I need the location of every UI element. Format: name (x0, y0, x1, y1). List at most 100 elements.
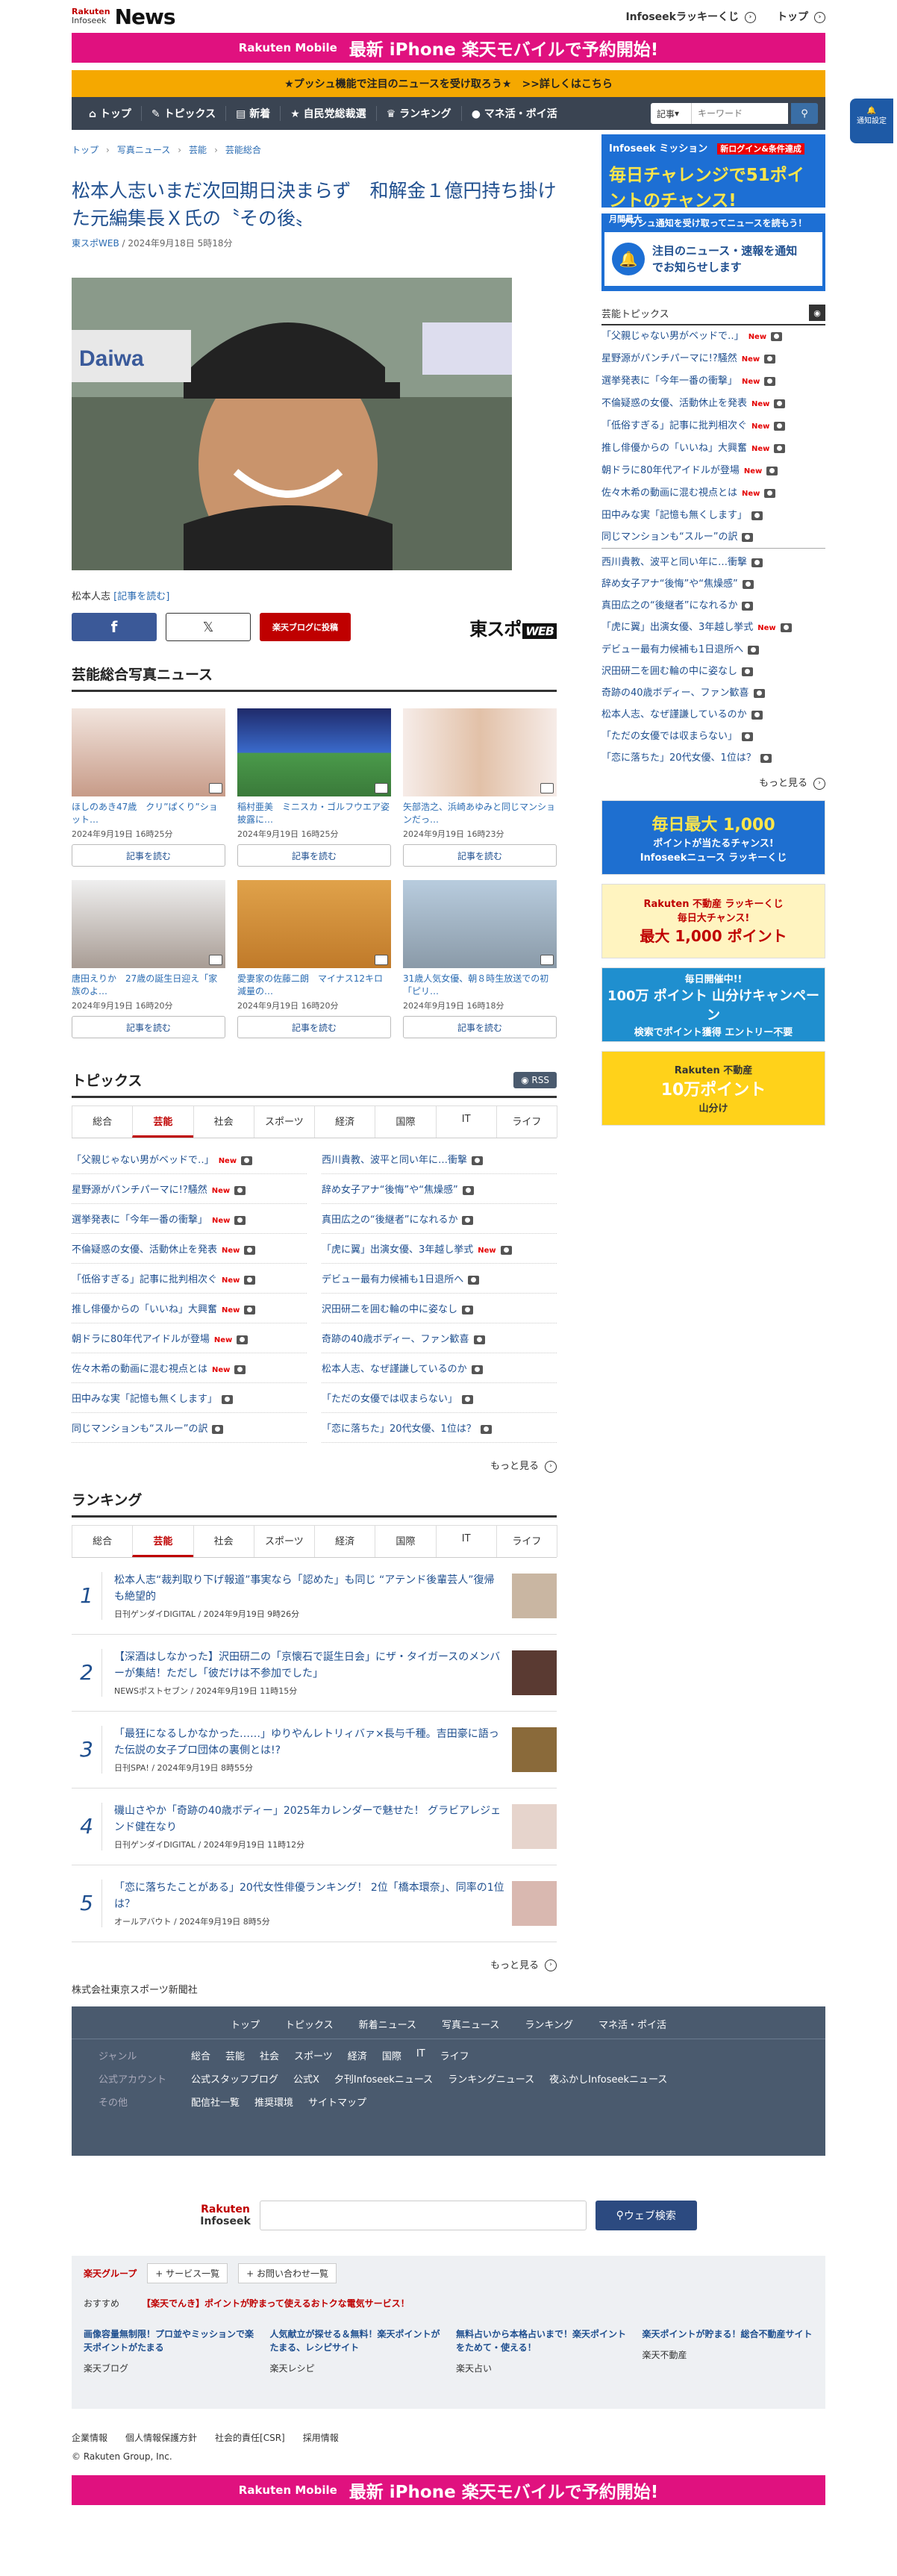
topic-item[interactable]: 不倫疑惑の女優、活動休止を発表 New (601, 393, 825, 415)
footer-link-top[interactable]: トップ (231, 2017, 260, 2039)
top-link[interactable]: トップ › (777, 9, 825, 24)
tab-shakai[interactable]: 社会 (193, 1524, 254, 1557)
read-article-button[interactable]: 記事を読む (403, 844, 557, 867)
photo-news-card[interactable]: 31歳人気女優、朝８時生放送での初「ピリ… 2024年9月19日 16時18分 … (403, 880, 557, 1038)
search-category-select[interactable]: 記事 ▾ (651, 103, 691, 124)
topic-item[interactable]: 辞め女子アナ“後悔”や“焦燥感” (322, 1174, 557, 1204)
topic-item[interactable]: 朝ドラに80年代アイドルが登場 New (72, 1323, 307, 1353)
footer-genre-link[interactable]: 経済 (348, 2048, 367, 2062)
topic-item[interactable]: 沢田研二を囲む輪の中に姿なし (322, 1294, 557, 1323)
topic-item[interactable]: 朝ドラに80年代アイドルが登場 New (601, 460, 825, 482)
topic-item[interactable]: デビュー最有力候補も1日退所へ (601, 639, 825, 661)
tab-life[interactable]: ライフ (496, 1524, 557, 1557)
tab-sports[interactable]: スポーツ (253, 1105, 315, 1138)
topic-item[interactable]: 松本人志、なぜ謹謙しているのか (601, 704, 825, 726)
web-search-input[interactable] (259, 2201, 587, 2230)
notification-settings-button[interactable]: 🔔 通知設定 (850, 99, 893, 143)
crumb-top[interactable]: トップ (72, 145, 99, 155)
topic-item[interactable]: 「ただの女優では収まらない」 (322, 1383, 557, 1413)
crumb-geino-sogo[interactable]: 芸能総合 (225, 145, 261, 155)
topic-item[interactable]: 田中みな実「記憶も無くします」 (72, 1383, 307, 1413)
footer-genre-link[interactable]: 芸能 (225, 2048, 245, 2062)
read-article-button[interactable]: 記事を読む (72, 844, 225, 867)
csr-link[interactable]: 社会的責任[CSR] (215, 2431, 285, 2444)
footer-account-link[interactable]: ランキングニュース (448, 2071, 534, 2086)
footer-account-link[interactable]: 公式スタッフブログ (191, 2071, 278, 2086)
tab-sports[interactable]: スポーツ (253, 1524, 315, 1557)
tab-life[interactable]: ライフ (496, 1105, 557, 1138)
footer-link-new[interactable]: 新着ニュース (359, 2017, 416, 2039)
recruit-link[interactable]: 採用情報 (303, 2431, 339, 2444)
nav-item-top[interactable]: ⌂ トップ (79, 106, 142, 121)
footer-genre-link[interactable]: IT (416, 2048, 425, 2062)
tab-kokusai[interactable]: 国際 (375, 1105, 437, 1138)
mission-banner[interactable]: Infoseek ミッション 新ログイン&条件達成 毎日チャレンジで51ポイント… (601, 134, 825, 224)
footer-link-ranking[interactable]: ランキング (525, 2017, 573, 2039)
promo-item[interactable]: 人気献立が探せる＆無料！楽天ポイントがたまる、レシピサイト 楽天レシピ (270, 2327, 442, 2374)
rss-icon[interactable]: ◉ (809, 305, 825, 321)
tab-shakai[interactable]: 社会 (193, 1105, 254, 1138)
topic-item[interactable]: 真田広之の“後継者”になれるか (322, 1204, 557, 1234)
osusume-link[interactable]: 【楽天でんき】ポイントが貯まって使えるおトクな電気サービス！ (142, 2297, 410, 2310)
topic-item[interactable]: 同じマンションも“スルー”の訳 (601, 526, 825, 549)
topic-item[interactable]: 松本人志、なぜ謹謙しているのか (322, 1353, 557, 1383)
tab-keizai[interactable]: 経済 (314, 1524, 376, 1557)
topic-item[interactable]: 「父親じゃない男がベッドで‥」 New (601, 325, 825, 348)
ranking-item[interactable]: 2 【深酒はしなかった】沢田研二の「京懐石で誕生日会」にザ・タイガースのメンバー… (72, 1635, 557, 1712)
topic-item[interactable]: 「ただの女優では収まらない」 (601, 726, 825, 747)
footer-genre-link[interactable]: 総合 (191, 2048, 210, 2062)
read-article-link[interactable]: [記事を読む] (113, 591, 169, 602)
read-article-button[interactable]: 記事を読む (237, 1016, 391, 1038)
sidebar-more-link[interactable]: もっと見る › (601, 775, 825, 790)
topic-item[interactable]: 「恋に落ちた」20代女優、1位は？ (322, 1413, 557, 1443)
topic-item[interactable]: 西川貴教、波平と同い年に…衝撃 (601, 552, 825, 573)
topic-item[interactable]: 同じマンションも“スルー”の訳 (72, 1413, 307, 1443)
web-search-button[interactable]: ⚲ ウェブ検索 (595, 2201, 697, 2230)
topic-item[interactable]: 「恋に落ちた」20代女優、1位は？ (601, 747, 825, 769)
topic-item[interactable]: 沢田研二を囲む輪の中に姿なし (601, 661, 825, 682)
topic-item[interactable]: 「虎に翼」出演女優、3年越し挙式 New (322, 1234, 557, 1264)
search-point-ad[interactable]: 毎日開催中!! 100万 ポイント 山分けキャンペーン 検索でポイント獲得 エントリ… (601, 967, 825, 1042)
topic-item[interactable]: 星野源がパンチパーマに!?騒然 New (601, 348, 825, 370)
read-article-button[interactable]: 記事を読む (403, 1016, 557, 1038)
nav-item-ranking[interactable]: ♛ ランキング (377, 106, 462, 121)
ranking-item[interactable]: 3 「最狂になるしかなかった……」ゆりやんレトリィバァ×長与千種。吉田豪に語った… (72, 1712, 557, 1788)
rakuten-mobile-banner-bottom[interactable]: Rakuten Mobile 最新 iPhone 楽天モバイルで予約開始! (72, 2475, 825, 2505)
search-button[interactable]: ⚲ (791, 103, 818, 124)
topic-item[interactable]: 佐々木希の動画に混む視点とは New (601, 482, 825, 505)
ranking-item[interactable]: 5 「恋に落ちたことがある」20代女性俳優ランキング！ 2位「橋本環奈」、同率の… (72, 1865, 557, 1942)
footer-other-link[interactable]: 配信社一覧 (191, 2095, 240, 2109)
topic-item[interactable]: 不倫疑惑の女優、活動休止を発表 New (72, 1234, 307, 1264)
nav-item-topics[interactable]: ✎ トピックス (142, 106, 227, 121)
site-logo[interactable]: Rakuten Infoseek News (72, 4, 176, 29)
topic-item[interactable]: 「虎に翼」出演女優、3年越し挙式 New (601, 617, 825, 639)
topic-item[interactable]: 「低俗すぎる」記事に批判相次ぐ New (72, 1264, 307, 1294)
photo-news-card[interactable]: 稲村亜美 ミニスカ・ゴルフウエア姿披露に… 2024年9月19日 16時25分 … (237, 708, 391, 867)
promo-item[interactable]: 無料占いから本格占いまで！楽天ポイントをためて・使える！ 楽天占い (456, 2327, 628, 2374)
promo-item[interactable]: 楽天ポイントが貯まる！総合不動産サイト 楽天不動産 (643, 2327, 814, 2374)
ranking-more-link[interactable]: もっと見る › (72, 1957, 557, 1971)
photo-news-card[interactable]: 唐田えりか 27歳の誕生日迎え「家族のよ… 2024年9月19日 16時20分 … (72, 880, 225, 1038)
fudosan-kuji-ad[interactable]: Rakuten 不動産 ラッキーくじ 毎日大チャンス! 最大 1,000 ポイント (601, 883, 825, 958)
topic-item[interactable]: デビュー最有力候補も1日退所へ (322, 1264, 557, 1294)
tab-kokusai[interactable]: 国際 (375, 1524, 437, 1557)
search-input[interactable] (691, 103, 788, 124)
facebook-share-button[interactable]: f (72, 613, 157, 641)
fudosan-point-ad[interactable]: Rakuten 不動産 10万ポイント 山分け (601, 1050, 825, 1126)
service-list-button[interactable]: + サービス一覧 (147, 2263, 228, 2283)
rss-button[interactable]: ◉ RSS (513, 1071, 557, 1088)
photo-news-card[interactable]: 矢部浩之、浜崎あゆみと同じマンションだっ… 2024年9月19日 16時23分 … (403, 708, 557, 867)
footer-genre-link[interactable]: 社会 (260, 2048, 279, 2062)
article-source-link[interactable]: 東スポWEB (72, 238, 119, 249)
footer-other-link[interactable]: 推奨環境 (254, 2095, 293, 2109)
x-share-button[interactable]: 𝕏 (166, 613, 251, 641)
footer-genre-link[interactable]: 国際 (382, 2048, 401, 2062)
photo-news-card[interactable]: 愛妻家の佐藤二朗 マイナス12キロ減量の… 2024年9月19日 16時20分 … (237, 880, 391, 1038)
push-notify-banner[interactable]: プッシュ通知を受け取ってニュースを読もう！ 🔔 注目のニュース・速報を通知でお知ら… (601, 213, 825, 291)
crumb-geino[interactable]: 芸能 (189, 145, 207, 155)
topic-item[interactable]: 「低俗すぎる」記事に批判相次ぐ New (601, 415, 825, 437)
read-article-button[interactable]: 記事を読む (237, 844, 391, 867)
rakuten-blog-button[interactable]: 楽天ブログに投稿 (260, 613, 351, 641)
footer-account-link[interactable]: 夕刊Infoseekニュース (334, 2071, 433, 2086)
tab-it[interactable]: IT (435, 1524, 497, 1557)
